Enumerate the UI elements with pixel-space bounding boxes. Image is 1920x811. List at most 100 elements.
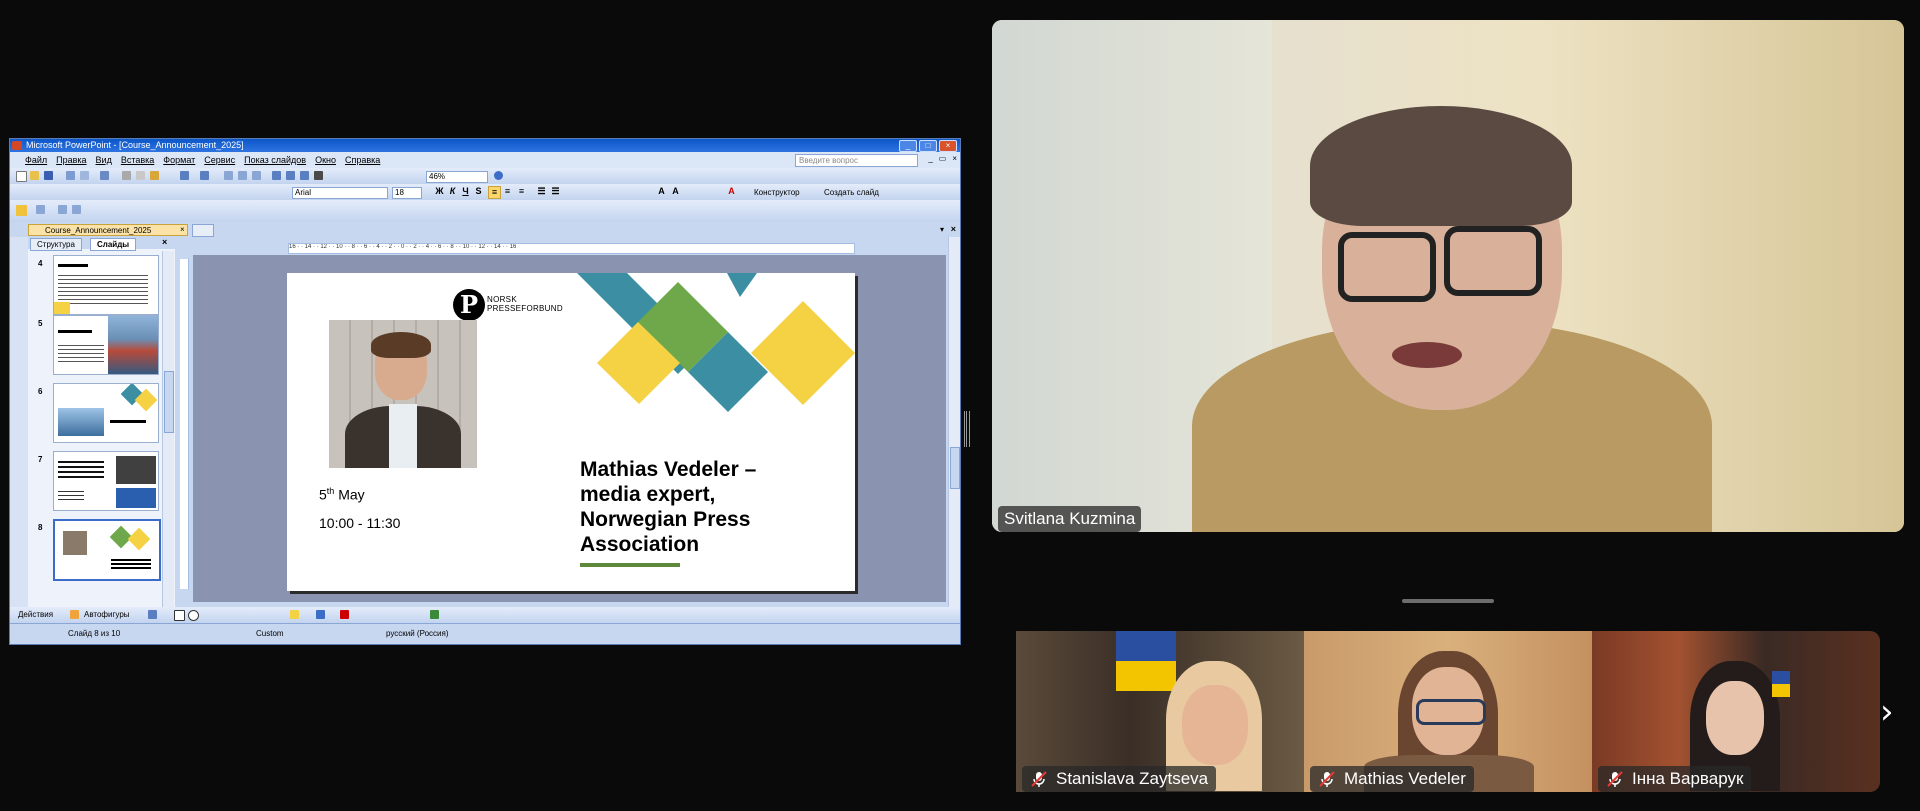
copy-icon[interactable] — [136, 171, 145, 180]
align-left-button[interactable]: ≡ — [488, 186, 501, 199]
font-color-icon[interactable] — [340, 610, 349, 619]
formatting-toolbar: Arial 18 Ж К Ч S ≡ ≡ ≡ ☰ ☰ A A A Констру… — [10, 184, 960, 200]
slide-thumbnail-6[interactable] — [53, 383, 159, 443]
shadow-style-icon[interactable] — [430, 610, 439, 619]
split-view-handle[interactable] — [964, 411, 969, 447]
participant-tile-1[interactable]: Stanislava Zaytseva — [1016, 631, 1304, 792]
help-icon[interactable] — [494, 171, 503, 180]
doc-restore-button[interactable]: ▭ — [939, 154, 947, 163]
table-icon[interactable] — [238, 171, 247, 180]
tabs-menu-icon[interactable]: ▾ — [940, 225, 944, 234]
menu-help[interactable]: Справка — [345, 155, 380, 165]
panel-scrollbar[interactable] — [162, 251, 174, 615]
chevron-right-icon[interactable]: › — [1880, 692, 1894, 732]
panel-close-icon[interactable]: × — [162, 237, 167, 247]
rectangle-icon[interactable] — [174, 610, 185, 621]
markup-icon[interactable] — [36, 205, 45, 214]
chart-icon[interactable] — [224, 171, 233, 180]
bullets-button[interactable]: ☰ — [550, 186, 561, 197]
teal-triangle — [727, 273, 757, 297]
zoom-select[interactable]: 46% — [426, 171, 488, 183]
oval-icon[interactable] — [188, 610, 199, 621]
preview-icon[interactable] — [80, 171, 89, 180]
new-icon[interactable] — [16, 171, 27, 182]
font-color-button[interactable]: A — [726, 186, 737, 197]
slide-thumbnail-8[interactable] — [53, 519, 161, 581]
color-grayscale-icon[interactable] — [314, 171, 323, 180]
tab-close-icon[interactable]: × — [180, 225, 185, 234]
line-color-icon[interactable] — [316, 610, 325, 619]
numbering-button[interactable]: ☰ — [536, 186, 547, 197]
menu-tools[interactable]: Сервис — [204, 155, 235, 165]
print-icon[interactable] — [66, 171, 75, 180]
minimize-button[interactable]: _ — [899, 140, 917, 152]
powerpoint-icon — [12, 141, 22, 150]
menu-insert[interactable]: Вставка — [121, 155, 154, 165]
new-tab-button[interactable] — [192, 224, 214, 237]
draw-actions-menu[interactable]: Действия — [18, 610, 53, 619]
spellcheck-icon[interactable] — [100, 171, 109, 180]
select-objects-icon[interactable] — [70, 610, 79, 619]
italic-button[interactable]: К — [447, 186, 458, 197]
grid-icon[interactable] — [300, 171, 309, 180]
ppt-window-title: Microsoft PowerPoint - [Course_Announcem… — [26, 140, 244, 150]
shadow-button[interactable]: S — [473, 186, 484, 197]
main-video-tile[interactable]: Svitlana Kuzmina — [992, 20, 1904, 532]
comment-icon[interactable] — [58, 205, 67, 214]
review-toolbar — [10, 200, 960, 222]
menu-edit[interactable]: Правка — [56, 155, 86, 165]
glasses — [1416, 699, 1486, 725]
drawing-toolbar: Действия Автофигуры — [10, 607, 960, 623]
menu-format[interactable]: Формат — [163, 155, 195, 165]
tab-slides[interactable]: Слайды — [90, 238, 137, 251]
expand-icon[interactable] — [272, 171, 281, 180]
participant-tile-2[interactable]: Mathias Vedeler — [1304, 631, 1592, 792]
bold-button[interactable]: Ж — [434, 186, 445, 197]
reviewer-icon[interactable] — [72, 205, 81, 214]
fill-color-icon[interactable] — [290, 610, 299, 619]
redo-icon[interactable] — [200, 171, 209, 180]
participant-tile-3[interactable]: Інна Варварук — [1592, 631, 1880, 792]
tabs-close-icon[interactable]: × — [951, 224, 956, 234]
slide-thumbnail-7[interactable] — [53, 451, 159, 511]
maximize-button[interactable]: □ — [919, 140, 937, 152]
cut-icon[interactable] — [122, 171, 131, 180]
font-name-select[interactable]: Arial — [292, 187, 388, 199]
new-slide-button[interactable]: Создать слайд — [824, 188, 879, 197]
decrease-font-button[interactable]: A — [670, 186, 681, 197]
current-slide[interactable]: P NORSK PRESSEFORBUND 5th May 10:00 - 11… — [287, 273, 855, 591]
save-icon[interactable] — [44, 171, 53, 180]
logo-text: NORSK PRESSEFORBUND — [487, 295, 563, 313]
show-formatting-icon[interactable] — [286, 171, 295, 180]
tab-course-announcement[interactable]: Course_Announcement_2025 — [28, 224, 188, 236]
close-button[interactable]: × — [939, 140, 957, 152]
align-center-button[interactable]: ≡ — [502, 186, 513, 197]
tables-borders-icon[interactable] — [252, 171, 261, 180]
menu-view[interactable]: Вид — [96, 155, 112, 165]
slide-scrollbar[interactable] — [948, 237, 960, 617]
line-icon[interactable] — [148, 610, 157, 619]
open-icon[interactable] — [30, 171, 39, 180]
menu-slideshow[interactable]: Показ слайдов — [244, 155, 306, 165]
doc-close-button[interactable]: × — [952, 154, 957, 163]
underline-button[interactable]: Ч — [460, 186, 471, 197]
designer-button[interactable]: Конструктор — [754, 188, 800, 197]
slide-thumbnail-5[interactable] — [53, 315, 159, 375]
paste-icon[interactable] — [150, 171, 159, 180]
status-language: русский (Россия) — [386, 629, 449, 638]
autoshapes-menu[interactable]: Автофигуры — [84, 610, 130, 619]
doc-minimize-button[interactable]: _ — [928, 154, 932, 163]
align-right-button[interactable]: ≡ — [516, 186, 527, 197]
thumb-number: 4 — [38, 259, 43, 268]
slide-thumbnail-4[interactable] — [53, 255, 159, 315]
undo-icon[interactable] — [180, 171, 189, 180]
ask-question-input[interactable]: Введите вопрос — [795, 154, 918, 167]
increase-font-button[interactable]: A — [656, 186, 667, 197]
menu-window[interactable]: Окно — [315, 155, 336, 165]
menu-file[interactable]: Файл — [25, 155, 47, 165]
tab-outline[interactable]: Структура — [30, 238, 82, 251]
participant-nametag: Інна Варварук — [1598, 766, 1752, 792]
font-size-select[interactable]: 18 — [392, 187, 422, 199]
resize-handle[interactable] — [1402, 599, 1494, 603]
check-icon[interactable] — [16, 205, 27, 216]
